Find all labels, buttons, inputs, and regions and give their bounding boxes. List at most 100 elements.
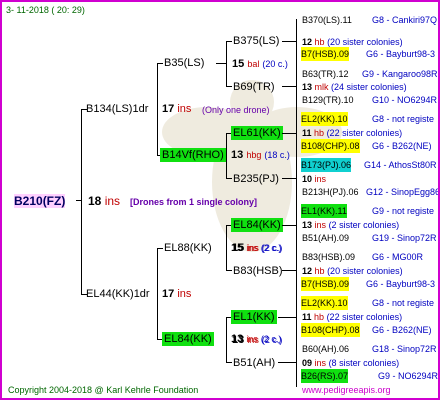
connector: [157, 248, 158, 340]
gen3-el84b-ins-num: 15: [232, 242, 245, 254]
connector: [296, 65, 297, 111]
gen4-7-ins-num: 09: [302, 358, 313, 368]
copyright: Copyright 2004-2018 @ Karl Kehrle Founda…: [8, 385, 199, 395]
gen1-lower-ins-word: ins: [177, 288, 192, 300]
website-link[interactable]: www.pedigreeapis.org: [302, 383, 391, 397]
gen2-b14-ins: 13 hbg (18 c.): [231, 148, 290, 162]
gen1-upper-note: (Only one drone): [202, 105, 270, 115]
gen4-5-ins: 12 hb (20 sister colonies): [302, 264, 403, 278]
gen4-0-mate: B7(HSB).09: [301, 47, 350, 61]
gen3-b51: B51(AH): [233, 357, 276, 369]
gen4-7-ins-note: (8 sister colonies): [328, 358, 400, 368]
gen4-6-ins-num: 11: [302, 312, 312, 322]
connector: [157, 63, 163, 64]
gen4-5-parent-info: G6 - MG00R: [372, 252, 424, 262]
gen4-2-ins-note: (22 sister colonies): [326, 128, 403, 138]
connector: [226, 86, 232, 87]
connector: [282, 41, 296, 42]
gen3-b235: B235(PJ): [233, 173, 279, 185]
gen4-0-ins-num: 12: [302, 37, 313, 47]
connector: [296, 203, 297, 249]
gen4-6-parent: EL2(KK).10: [301, 296, 348, 310]
connector: [157, 63, 158, 156]
gen4-1-ins-num: 13: [302, 82, 313, 92]
gen4-3-ins: 10 ins: [302, 172, 326, 186]
gen3-el84b-note: (2 c.): [261, 243, 283, 253]
gen3-b375-ins-num: 15: [232, 58, 245, 70]
connector: [282, 133, 296, 134]
gen4-4-mate-info: G19 - Sinop72R: [372, 233, 437, 243]
gen4-2-ins: 11 hb (22 sister colonies): [302, 126, 402, 140]
gen4-4-parent: EL1(KK).11: [301, 204, 347, 218]
connector: [226, 270, 232, 271]
connector: [216, 63, 226, 64]
gen3-el1-ins-num: 13: [232, 334, 245, 346]
root-insemination: 18 ins: [88, 194, 120, 208]
gen4-5-mate: B7(HSB).09: [301, 277, 350, 291]
root-ins-num: 18: [88, 194, 102, 208]
gen1-lower-ins-num: 17: [162, 288, 175, 300]
gen3-b83: B83(HSB): [233, 265, 283, 277]
gen4-6-ins-note: (22 sister colonies): [326, 312, 403, 322]
connector: [282, 86, 296, 87]
gen4-7-mate: B26(RS).07: [301, 369, 349, 383]
gen2-el84: EL84(KK): [162, 332, 214, 346]
gen4-7-ins: 09 ins (8 sister colonies): [302, 356, 399, 370]
gen4-4-ins-text: ins: [314, 220, 327, 230]
gen2-b14: B14Vf(RHO): [160, 148, 226, 162]
gen3-el84b-ins: 15 ins (2 c.): [232, 241, 282, 255]
gen3-b375-ins-word: bal: [247, 59, 260, 69]
connector: [226, 41, 232, 42]
connector: [278, 317, 296, 318]
gen2-el88: EL88(KK): [164, 242, 212, 254]
gen4-3-parent-info: G14 - AthosSt80R: [364, 160, 437, 170]
gen4-0-parent-info: G8 - Cankiri97Q: [372, 15, 438, 25]
gen4-0-parent: B370(LS).11: [302, 15, 352, 25]
connector: [282, 178, 296, 179]
connector: [296, 341, 297, 387]
gen4-0-ins-note: (20 sister colonies): [327, 37, 403, 47]
gen3-el1-ins-word: ins: [247, 335, 259, 345]
gen4-6-ins-text: hb: [314, 312, 325, 322]
gen4-4-parent-info: G9 - not registe: [372, 206, 435, 216]
gen4-2-mate-info: G6 - B262(NE): [372, 141, 432, 151]
gen4-2-parent-info: G8 - not registe: [372, 114, 435, 124]
gen4-5-ins-note: (20 sister colonies): [327, 266, 403, 276]
gen4-5-ins-num: 12: [302, 266, 313, 276]
connector: [278, 362, 296, 363]
connector: [296, 157, 297, 203]
gen3-b69: B69(TR): [233, 81, 275, 93]
gen1-lower-ins: 17 ins: [162, 287, 191, 301]
gen4-1-mate-info: G10 - NO6294R: [372, 95, 438, 105]
gen4-7-mate-info: G9 - NO6294R: [378, 371, 439, 381]
gen4-3-parent: B173(PJ).06: [301, 158, 352, 172]
gen4-2-ins-text: hb: [314, 128, 325, 138]
gen1-upper-name: B134(LS)1dr: [86, 103, 149, 115]
gen4-5-mate-info: G6 - Bayburt98-3: [366, 279, 436, 289]
gen1-lower-name: EL44(KK)1dr: [86, 288, 150, 300]
gen4-4-ins-num: 13: [302, 220, 313, 230]
gen4-3-ins-num: 10: [302, 174, 313, 184]
gen4-1-ins-note: (24 sister colonies): [331, 82, 407, 92]
connector: [226, 41, 227, 87]
gen4-7-parent-info: G18 - Sinop72R: [372, 344, 437, 354]
gen4-1-parent: B63(TR).12: [302, 69, 349, 79]
connector: [282, 225, 296, 226]
pedigree-frame: { "date": "3- 11-2018 ( 20: 29)", "copyr…: [0, 0, 440, 400]
gen4-1-parent-info: G9 - Kangaroo98R: [362, 69, 438, 79]
gen3-el84b: EL84(KK): [231, 218, 283, 232]
gen1-upper-ins: 17 ins: [162, 102, 191, 116]
gen4-2-parent: EL2(KK).10: [301, 112, 348, 126]
gen3-el1-note: (2 c.): [261, 335, 283, 345]
connector: [226, 133, 227, 179]
connector: [226, 317, 227, 363]
gen4-4-mate: B51(AH).09: [302, 233, 350, 243]
gen2-b14-note: (18 c.): [264, 150, 290, 160]
gen4-2-mate: B108(CHP).08: [301, 139, 360, 153]
gen4-4-ins: 13 ins (2 sister colonies): [302, 218, 399, 232]
gen3-el1: EL1(KK): [231, 310, 277, 324]
gen4-5-ins-text: hb: [314, 266, 325, 276]
gen3-el1-ins: 13 ins (2 c.): [232, 333, 282, 347]
connector: [226, 178, 232, 179]
gen3-el61: EL61(KK): [231, 126, 283, 140]
